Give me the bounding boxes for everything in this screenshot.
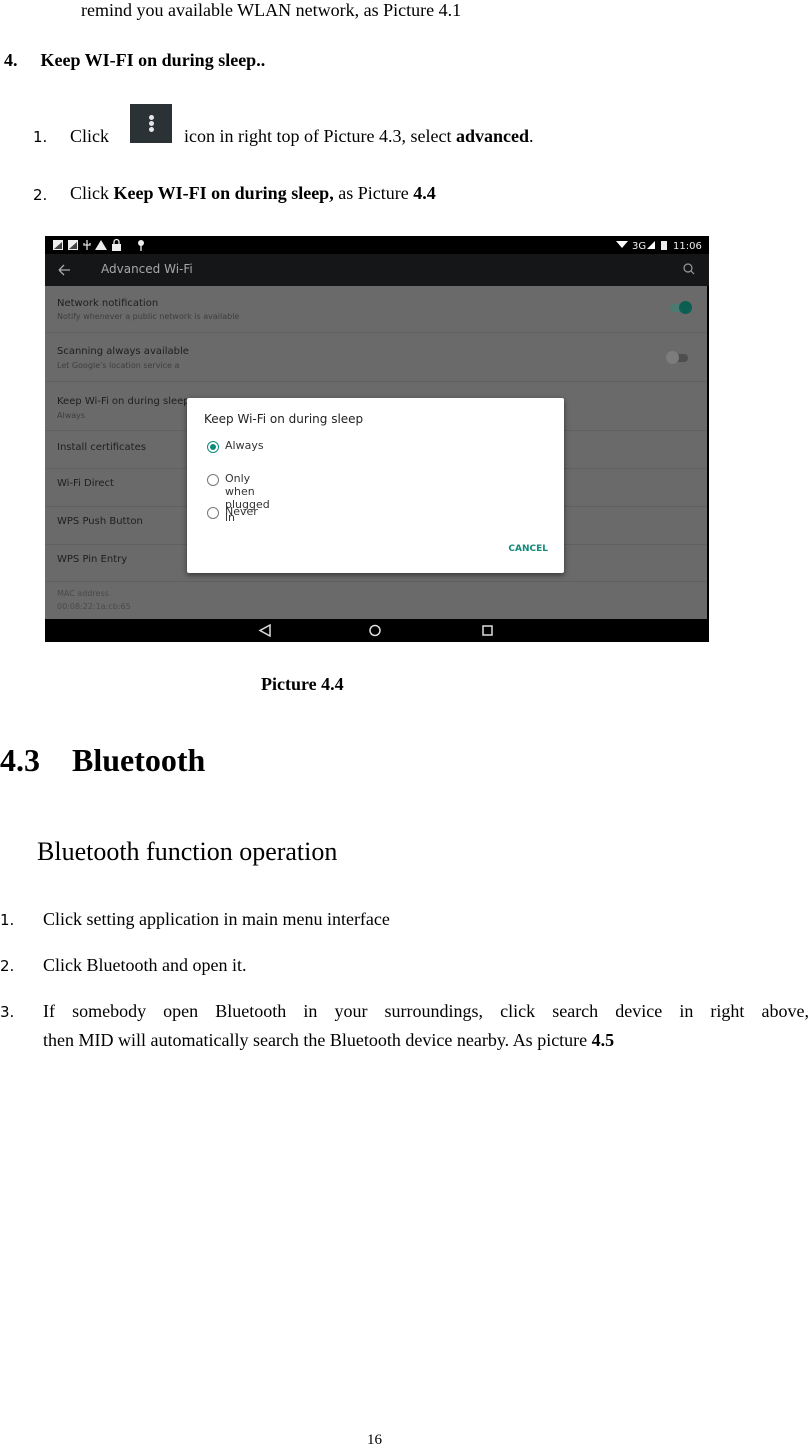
dialog-title: Keep Wi-Fi on during sleep xyxy=(204,412,364,426)
screenshot-icon xyxy=(53,240,63,250)
list-item-scanning[interactable]: Scanning always available Let Google's l… xyxy=(45,333,707,382)
back-arrow-icon[interactable] xyxy=(57,254,77,286)
signal-icon xyxy=(647,241,655,249)
step-text: Click Keep WI-FI on during sleep, as Pic… xyxy=(70,183,436,203)
overflow-menu-icon xyxy=(130,104,172,143)
subsection-title: Bluetooth function operation xyxy=(37,837,338,866)
home-nav-icon[interactable] xyxy=(369,624,381,637)
android-screenshot: 3G 11:06 Advanced Wi-Fi Network notifica… xyxy=(45,236,709,642)
section-number: 4. xyxy=(4,50,18,70)
network-type: 3G xyxy=(632,241,646,252)
recents-nav-icon[interactable] xyxy=(482,625,493,636)
step-text: Click Bluetooth and open it. xyxy=(43,955,247,975)
step-number: 1. xyxy=(33,128,48,146)
app-bar: Advanced Wi-Fi xyxy=(45,254,709,286)
settings-list: Network notification Notify whenever a p… xyxy=(45,286,707,619)
step-text: If somebody open Bluetooth in your surro… xyxy=(43,1001,809,1021)
clock: 11:06 xyxy=(673,241,702,252)
cancel-button[interactable]: CANCEL xyxy=(508,544,548,554)
step-text-continued: then MID will automatically search the B… xyxy=(43,1030,615,1050)
section-4-3-heading: 4.3 Bluetooth xyxy=(0,742,205,779)
page-number: 16 xyxy=(367,1432,382,1448)
list-item-mac-address: MAC address 00:08:22:1a:cb:65 xyxy=(57,589,131,611)
list-item-network-notification[interactable]: Network notification Notify whenever a p… xyxy=(45,286,707,333)
back-nav-icon[interactable] xyxy=(258,623,271,638)
status-icons: 3G 11:06 xyxy=(53,238,702,252)
step-text: icon in right top of Picture 4.3, select… xyxy=(184,126,534,146)
intro-line: remind you available WLAN network, as Pi… xyxy=(81,0,462,20)
pin-icon xyxy=(138,240,144,251)
section-title: Bluetooth xyxy=(72,742,206,778)
app-bar-title: Advanced Wi-Fi xyxy=(101,262,193,276)
status-bar: 3G 11:06 xyxy=(45,236,709,254)
toggle-off[interactable] xyxy=(666,351,688,364)
section-4-heading: 4. Keep WI-FI on during sleep.. xyxy=(4,50,265,71)
step-text: Click setting application in main menu i… xyxy=(43,909,390,929)
lock-icon xyxy=(112,238,121,251)
radio-unselected-icon xyxy=(207,474,219,486)
usb-icon xyxy=(83,240,91,250)
search-icon[interactable] xyxy=(681,254,697,286)
step-number: 3. xyxy=(0,1003,15,1021)
radio-unselected-icon xyxy=(207,507,219,519)
step-number: 1. xyxy=(0,911,15,929)
step-number: 2. xyxy=(0,957,15,975)
step-number: 2. xyxy=(33,186,48,204)
nav-bar xyxy=(45,619,709,642)
toggle-on[interactable] xyxy=(670,301,692,314)
section-title: Keep WI-FI on during sleep.. xyxy=(40,50,266,70)
screenshot-icon xyxy=(68,240,78,250)
wifi-icon xyxy=(616,241,628,248)
radio-selected-icon xyxy=(207,441,219,453)
section-number: 4.3 xyxy=(0,742,40,778)
figure-caption: Picture 4.4 xyxy=(261,674,344,694)
battery-icon xyxy=(661,241,667,250)
step-text: Click xyxy=(70,126,109,146)
warning-icon xyxy=(95,240,107,250)
keep-wifi-dialog: Keep Wi-Fi on during sleep Always Only w… xyxy=(187,398,564,573)
